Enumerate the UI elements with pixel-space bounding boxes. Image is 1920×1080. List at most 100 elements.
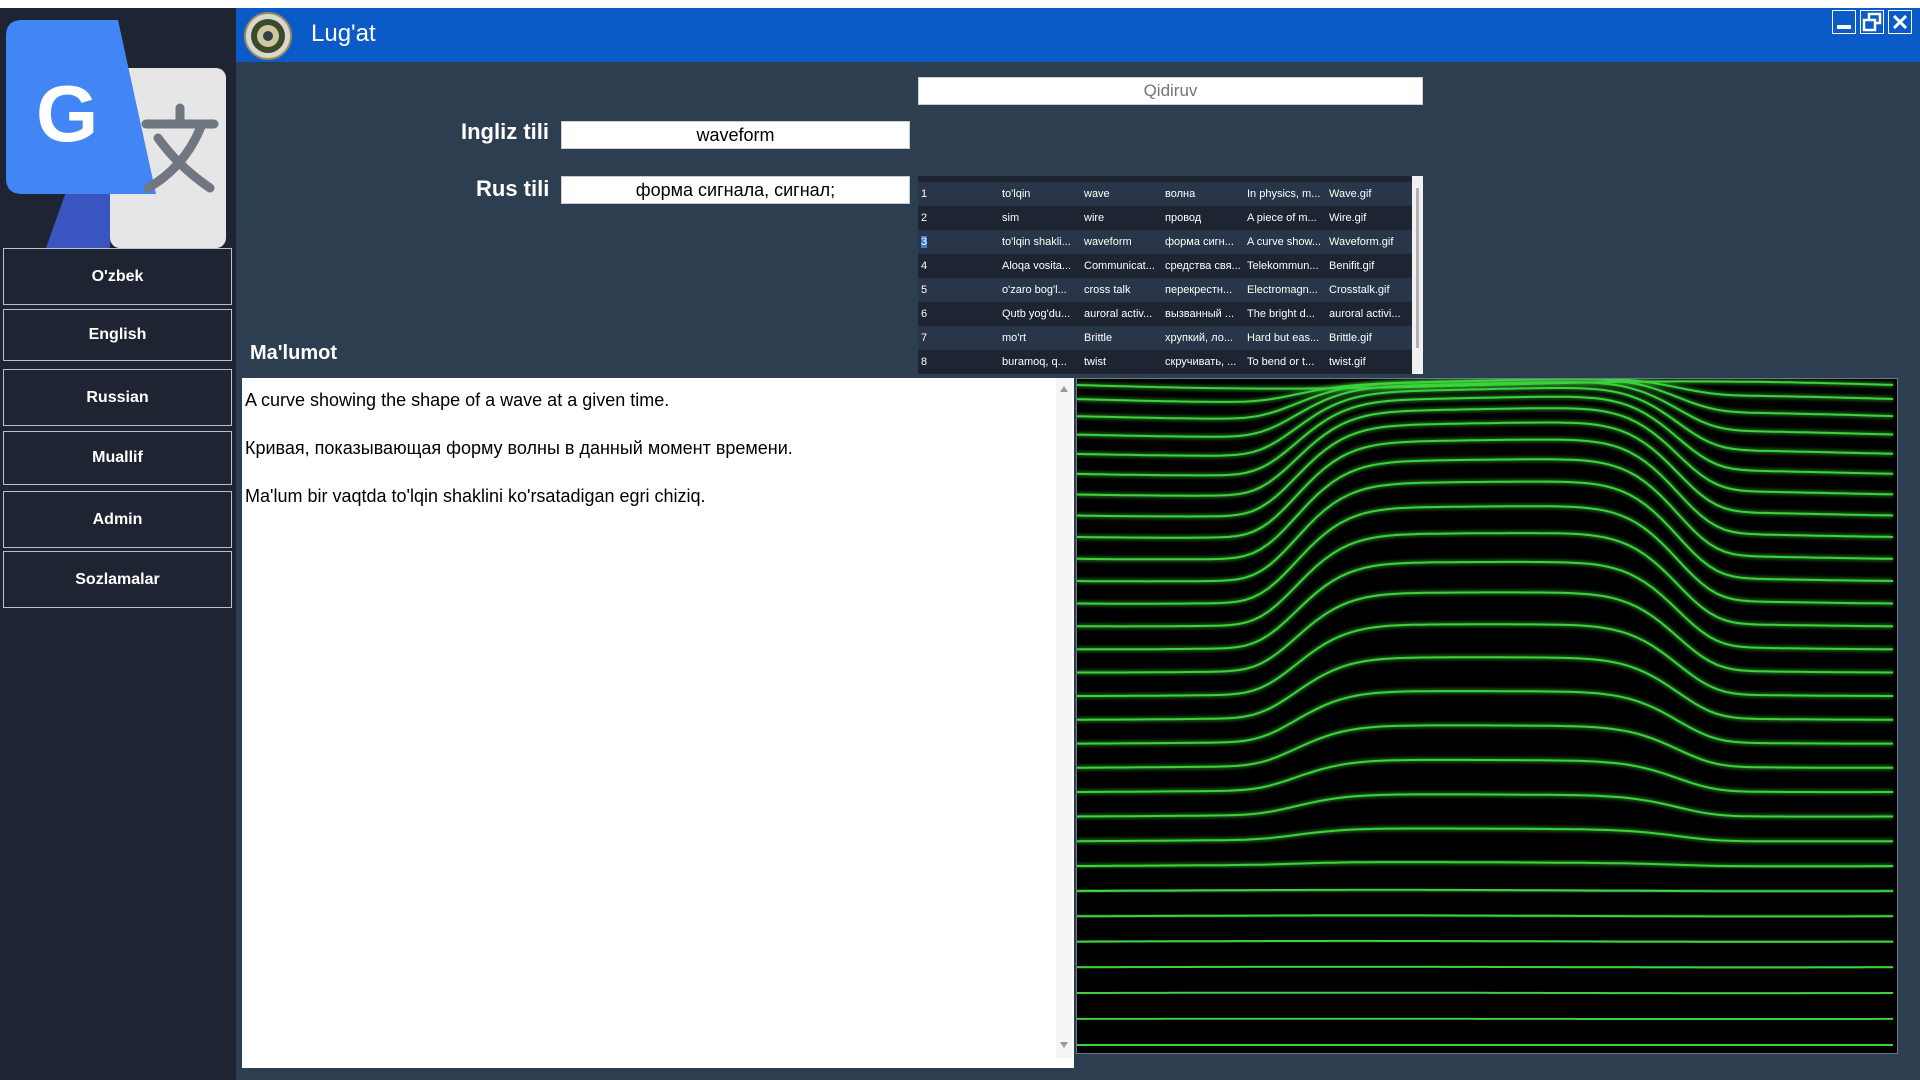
table-cell-ru: волна bbox=[1165, 188, 1196, 200]
table-cell-en: auroral activ... bbox=[1084, 308, 1153, 320]
table-cell-desc: Hard but eas... bbox=[1247, 332, 1320, 344]
sidebar-item-uzbek[interactable]: O'zbek bbox=[3, 248, 232, 305]
table-cell-uz: o'zaro bog'l... bbox=[1002, 284, 1067, 296]
table-cell-ru: форма сигн... bbox=[1165, 236, 1234, 248]
sidebar-item-admin[interactable]: Admin bbox=[3, 491, 232, 548]
maximize-button[interactable] bbox=[1860, 10, 1884, 34]
info-line-russian: Кривая, показывающая форму волны в данны… bbox=[245, 438, 793, 458]
table-cell-uz: sim bbox=[1002, 212, 1020, 224]
table-cell-desc: The bright d... bbox=[1247, 308, 1315, 320]
table-cell-num: 3 bbox=[921, 236, 928, 248]
emblem-icon bbox=[244, 12, 292, 60]
sidebar-item-label: O'zbek bbox=[91, 267, 144, 285]
table-row[interactable]: 2 sim wire провод A piece of m... Wire.gif bbox=[918, 206, 1412, 230]
table-cell-image: auroral activi... bbox=[1329, 308, 1401, 320]
search-input[interactable] bbox=[918, 77, 1423, 105]
words-table[interactable]: 1 to'lqin wave волна In physics, m... Wave.gi… bbox=[918, 176, 1423, 374]
wave-line bbox=[1077, 623, 1893, 697]
table-cell-en: wire bbox=[1084, 212, 1105, 224]
title-bar[interactable]: Lug'at bbox=[236, 8, 1920, 62]
table-cell-ru: вызванный ... bbox=[1165, 308, 1235, 320]
table-cell-image: Wave.gif bbox=[1329, 188, 1372, 200]
table-cell-uz: buramoq, q... bbox=[1002, 356, 1067, 368]
table-scrollbar[interactable] bbox=[1412, 176, 1423, 374]
scrollbar-thumb[interactable] bbox=[1416, 188, 1419, 348]
table-cell-desc: Electromagn... bbox=[1247, 284, 1318, 296]
info-line-english: A curve showing the shape of a wave at a… bbox=[245, 390, 670, 410]
wave-line-glow bbox=[1077, 621, 1893, 699]
table-row[interactable]: 1 to'lqin wave волна In physics, m... Wave.gi… bbox=[918, 182, 1412, 206]
table-cell-en: waveform bbox=[1084, 236, 1132, 248]
minimize-icon bbox=[1837, 25, 1851, 29]
table-cell-image: Wire.gif bbox=[1329, 212, 1367, 224]
table-cell-desc: A piece of m... bbox=[1247, 212, 1317, 224]
table-cell-ru: средства свя... bbox=[1165, 260, 1241, 272]
sidebar-item-label: Russian bbox=[86, 388, 149, 406]
restore-icon bbox=[1862, 12, 1882, 32]
sidebar-item-label: Muallif bbox=[92, 449, 143, 466]
wave-line bbox=[1077, 939, 1893, 943]
wave-line-glow bbox=[1077, 654, 1893, 723]
info-panel: A curve showing the shape of a wave at a… bbox=[242, 378, 1074, 1068]
table-cell-image: Crosstalk.gif bbox=[1329, 284, 1390, 296]
sidebar-item-muallif[interactable]: Muallif bbox=[3, 431, 232, 485]
info-textarea[interactable]: A curve showing the shape of a wave at a… bbox=[242, 378, 1056, 1058]
table-cell-en: Communicat... bbox=[1084, 260, 1155, 272]
info-label: Ma'lumot bbox=[250, 342, 337, 364]
table-cell-en: Brittle bbox=[1084, 332, 1113, 344]
table-cell-ru: хрупкий, ло... bbox=[1165, 332, 1233, 344]
table-cell-image: twist.gif bbox=[1329, 356, 1366, 368]
table-cell-uz: to'lqin shakli... bbox=[1002, 236, 1071, 248]
russian-label: Rus tili bbox=[476, 176, 550, 201]
table-row[interactable]: 6 Qutb yog'du... auroral activ... вызванный… bbox=[918, 302, 1412, 326]
table-cell-en: twist bbox=[1084, 356, 1106, 368]
application-window: G O'zbek English Russian Muallif Admin S… bbox=[0, 0, 1920, 1080]
table-row[interactable]: 8 buramoq, q... twist скручивать, ... To ben… bbox=[918, 350, 1412, 374]
sidebar-item-english[interactable]: English bbox=[3, 309, 232, 361]
close-button[interactable] bbox=[1888, 10, 1912, 34]
main-panel: Lug'at Ingliz tili Rus tili bbox=[236, 8, 1920, 1080]
table-cell-num: 7 bbox=[921, 332, 928, 344]
close-icon bbox=[1892, 14, 1908, 30]
table-cell-uz: Qutb yog'du... bbox=[1002, 308, 1071, 320]
russian-field[interactable] bbox=[561, 176, 910, 204]
table-cell-image: Waveform.gif bbox=[1329, 236, 1394, 248]
table-cell-uz: Aloqa vosita... bbox=[1002, 260, 1072, 272]
table-cell-desc: Telekommun... bbox=[1247, 260, 1319, 272]
table-cell-uz: to'lqin bbox=[1002, 188, 1031, 200]
sidebar-item-label: Sozlamalar bbox=[75, 570, 160, 588]
wave-line-glow bbox=[1077, 791, 1893, 820]
sidebar-item-russian[interactable]: Russian bbox=[3, 369, 232, 426]
table-cell-num: 6 bbox=[921, 308, 928, 320]
table-cell-ru: перекрестн... bbox=[1165, 284, 1233, 296]
wave-line bbox=[1077, 965, 1893, 969]
translate-logo-icon: G bbox=[6, 16, 232, 248]
table-cell-num: 4 bbox=[921, 260, 928, 272]
table-cell-num: 5 bbox=[921, 284, 928, 296]
waveform-image bbox=[1076, 378, 1898, 1054]
wave-line bbox=[1077, 656, 1893, 721]
table-row[interactable]: 7 mo'rt Brittle хрупкий, ло... Hard but eas.… bbox=[918, 326, 1412, 350]
sidebar-item-settings[interactable]: Sozlamalar bbox=[3, 551, 232, 608]
table-row[interactable]: 3 to'lqin shakli... waveform форма сигн... A… bbox=[918, 230, 1412, 254]
wave-line bbox=[1077, 991, 1893, 995]
table-row[interactable]: 5 o'zaro bog'l... cross talk перекрестн... E… bbox=[918, 278, 1412, 302]
table-cell-en: wave bbox=[1084, 188, 1110, 200]
table-cell-desc: A curve show... bbox=[1247, 236, 1321, 248]
table-cell-num: 1 bbox=[921, 188, 928, 200]
table-cell-image: Benifit.gif bbox=[1329, 260, 1375, 272]
info-scrollbar[interactable] bbox=[1056, 378, 1072, 1058]
english-label: Ingliz tili bbox=[461, 119, 549, 144]
table-cell-num: 2 bbox=[921, 212, 928, 224]
minimize-button[interactable] bbox=[1832, 10, 1856, 34]
table-cell-desc: To bend or t... bbox=[1247, 356, 1315, 368]
sidebar-item-label: Admin bbox=[92, 510, 143, 528]
table-cell-ru: провод bbox=[1165, 212, 1202, 224]
scroll-down-icon[interactable] bbox=[1060, 1042, 1068, 1048]
table-cell-en: cross talk bbox=[1084, 284, 1131, 296]
table-row[interactable]: 4 Aloqa vosita... Communicat... средства св… bbox=[918, 254, 1412, 278]
table-cell-desc: In physics, m... bbox=[1247, 188, 1321, 200]
table-cell-num: 8 bbox=[921, 356, 928, 368]
scroll-up-icon[interactable] bbox=[1060, 386, 1068, 392]
english-field[interactable] bbox=[561, 121, 910, 149]
